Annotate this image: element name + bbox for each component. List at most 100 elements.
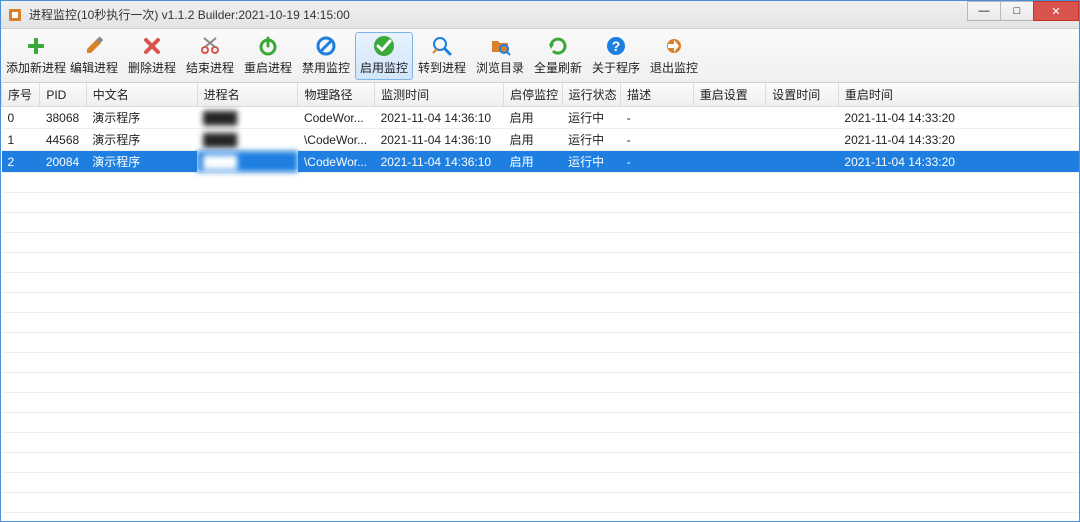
- table-row-empty: [2, 193, 1079, 213]
- toolbar-label: 转到进程: [418, 59, 466, 76]
- cell-mtime: 2021-11-04 14:36:10: [375, 129, 504, 151]
- scissors-icon: [199, 35, 221, 57]
- cell-mtime: 2021-11-04 14:36:10: [375, 107, 504, 129]
- cell-cname: 演示程序: [86, 129, 197, 151]
- cell-desc: -: [621, 129, 694, 151]
- cell-desc: -: [621, 151, 694, 173]
- disable-button[interactable]: 禁用监控: [297, 32, 355, 80]
- column-header-mtime[interactable]: 监测时间: [375, 83, 504, 107]
- column-header-seq[interactable]: 序号: [2, 83, 40, 107]
- toolbar-label: 浏览目录: [476, 59, 524, 76]
- exit-icon: [663, 35, 685, 57]
- cell-rtime: 2021-11-04 14:33:20: [838, 129, 1078, 151]
- refresh-button[interactable]: 全量刷新: [529, 32, 587, 80]
- cell-pname: ████: [197, 129, 298, 151]
- delete-button[interactable]: 删除进程: [123, 32, 181, 80]
- table-body: 038068演示程序████CodeWor...2021-11-04 14:36…: [2, 107, 1079, 522]
- cell-path: \CodeWor...: [298, 129, 375, 151]
- x-icon: [141, 35, 163, 57]
- table-row-empty: [2, 313, 1079, 333]
- column-header-cname[interactable]: 中文名: [86, 83, 197, 107]
- cell-pid: 38068: [40, 107, 86, 129]
- cell-desc: -: [621, 107, 694, 129]
- window-controls: — □ ✕: [968, 1, 1079, 28]
- cell-seq: 0: [2, 107, 40, 129]
- kill-button[interactable]: 结束进程: [181, 32, 239, 80]
- edit-button[interactable]: 编辑进程: [65, 32, 123, 80]
- add-button[interactable]: 添加新进程: [7, 32, 65, 80]
- minimize-button[interactable]: —: [967, 1, 1001, 21]
- column-header-pid[interactable]: PID: [40, 83, 86, 107]
- column-header-pname[interactable]: 进程名: [197, 83, 298, 107]
- table-row-empty: [2, 213, 1079, 233]
- power-icon: [257, 35, 279, 57]
- table-row-empty: [2, 453, 1079, 473]
- cell-cname: 演示程序: [86, 107, 197, 129]
- table-row[interactable]: 144568演示程序████\CodeWor...2021-11-04 14:3…: [2, 129, 1079, 151]
- cell-pause: 启用: [504, 129, 562, 151]
- titlebar: 进程监控(10秒执行一次) v1.1.2 Builder:2021-10-19 …: [1, 1, 1079, 29]
- enable-button[interactable]: 启用监控: [355, 32, 413, 80]
- column-header-stime[interactable]: 设置时间: [766, 83, 839, 107]
- app-icon: [7, 7, 23, 23]
- toolbar-label: 编辑进程: [70, 59, 118, 76]
- browse-button[interactable]: 浏览目录: [471, 32, 529, 80]
- table-header-row: 序号PID中文名进程名物理路径监测时间启停监控运行状态描述重启设置设置时间重启时…: [2, 83, 1079, 107]
- cell-seq: 1: [2, 129, 40, 151]
- cell-pause: 启用: [504, 151, 562, 173]
- table-row-empty: [2, 273, 1079, 293]
- toolbar: 添加新进程编辑进程删除进程结束进程重启进程禁用监控启用监控转到进程浏览目录全量刷…: [1, 29, 1079, 83]
- cell-path: \CodeWor...: [298, 151, 375, 173]
- cell-pname: ████: [197, 151, 298, 173]
- table-row-empty: [2, 473, 1079, 493]
- table-row[interactable]: 038068演示程序████CodeWor...2021-11-04 14:36…: [2, 107, 1079, 129]
- toolbar-label: 退出监控: [650, 59, 698, 76]
- cell-stime: [766, 107, 839, 129]
- column-header-rtime[interactable]: 重启时间: [838, 83, 1078, 107]
- cell-pause: 启用: [504, 107, 562, 129]
- column-header-desc[interactable]: 描述: [621, 83, 694, 107]
- table-row-empty: [2, 513, 1079, 522]
- table-row[interactable]: 220084演示程序████\CodeWor...2021-11-04 14:3…: [2, 151, 1079, 173]
- column-header-status[interactable]: 运行状态: [562, 83, 620, 107]
- cell-mtime: 2021-11-04 14:36:10: [375, 151, 504, 173]
- cell-seq: 2: [2, 151, 40, 173]
- process-table-wrap[interactable]: 序号PID中文名进程名物理路径监测时间启停监控运行状态描述重启设置设置时间重启时…: [1, 83, 1079, 521]
- table-row-empty: [2, 233, 1079, 253]
- restart-button[interactable]: 重启进程: [239, 32, 297, 80]
- toolbar-label: 添加新进程: [6, 59, 66, 76]
- pencil-icon: [83, 35, 105, 57]
- toolbar-label: 全量刷新: [534, 59, 582, 76]
- table-row-empty: [2, 413, 1079, 433]
- cell-stime: [766, 151, 839, 173]
- table-row-empty: [2, 333, 1079, 353]
- cell-rsetting: [693, 107, 766, 129]
- table-row-empty: [2, 393, 1079, 413]
- cell-rtime: 2021-11-04 14:33:20: [838, 151, 1078, 173]
- cell-pid: 44568: [40, 129, 86, 151]
- toolbar-label: 启用监控: [360, 59, 408, 76]
- cell-pid: 20084: [40, 151, 86, 173]
- column-header-path[interactable]: 物理路径: [298, 83, 375, 107]
- cell-pname: ████: [197, 107, 298, 129]
- table-row-empty: [2, 173, 1079, 193]
- toolbar-label: 重启进程: [244, 59, 292, 76]
- column-header-pause[interactable]: 启停监控: [504, 83, 562, 107]
- toolbar-label: 删除进程: [128, 59, 176, 76]
- cell-status: 运行中: [562, 129, 620, 151]
- about-button[interactable]: ?关于程序: [587, 32, 645, 80]
- column-header-rsetting[interactable]: 重启设置: [693, 83, 766, 107]
- cell-status: 运行中: [562, 151, 620, 173]
- close-button[interactable]: ✕: [1033, 1, 1079, 21]
- exit-button[interactable]: 退出监控: [645, 32, 703, 80]
- table-row-empty: [2, 253, 1079, 273]
- cell-stime: [766, 129, 839, 151]
- goto-button[interactable]: 转到进程: [413, 32, 471, 80]
- toolbar-label: 关于程序: [592, 59, 640, 76]
- toolbar-label: 禁用监控: [302, 59, 350, 76]
- table-row-empty: [2, 433, 1079, 453]
- maximize-button[interactable]: □: [1000, 1, 1034, 21]
- table-row-empty: [2, 373, 1079, 393]
- refresh-icon: [547, 35, 569, 57]
- table-row-empty: [2, 353, 1079, 373]
